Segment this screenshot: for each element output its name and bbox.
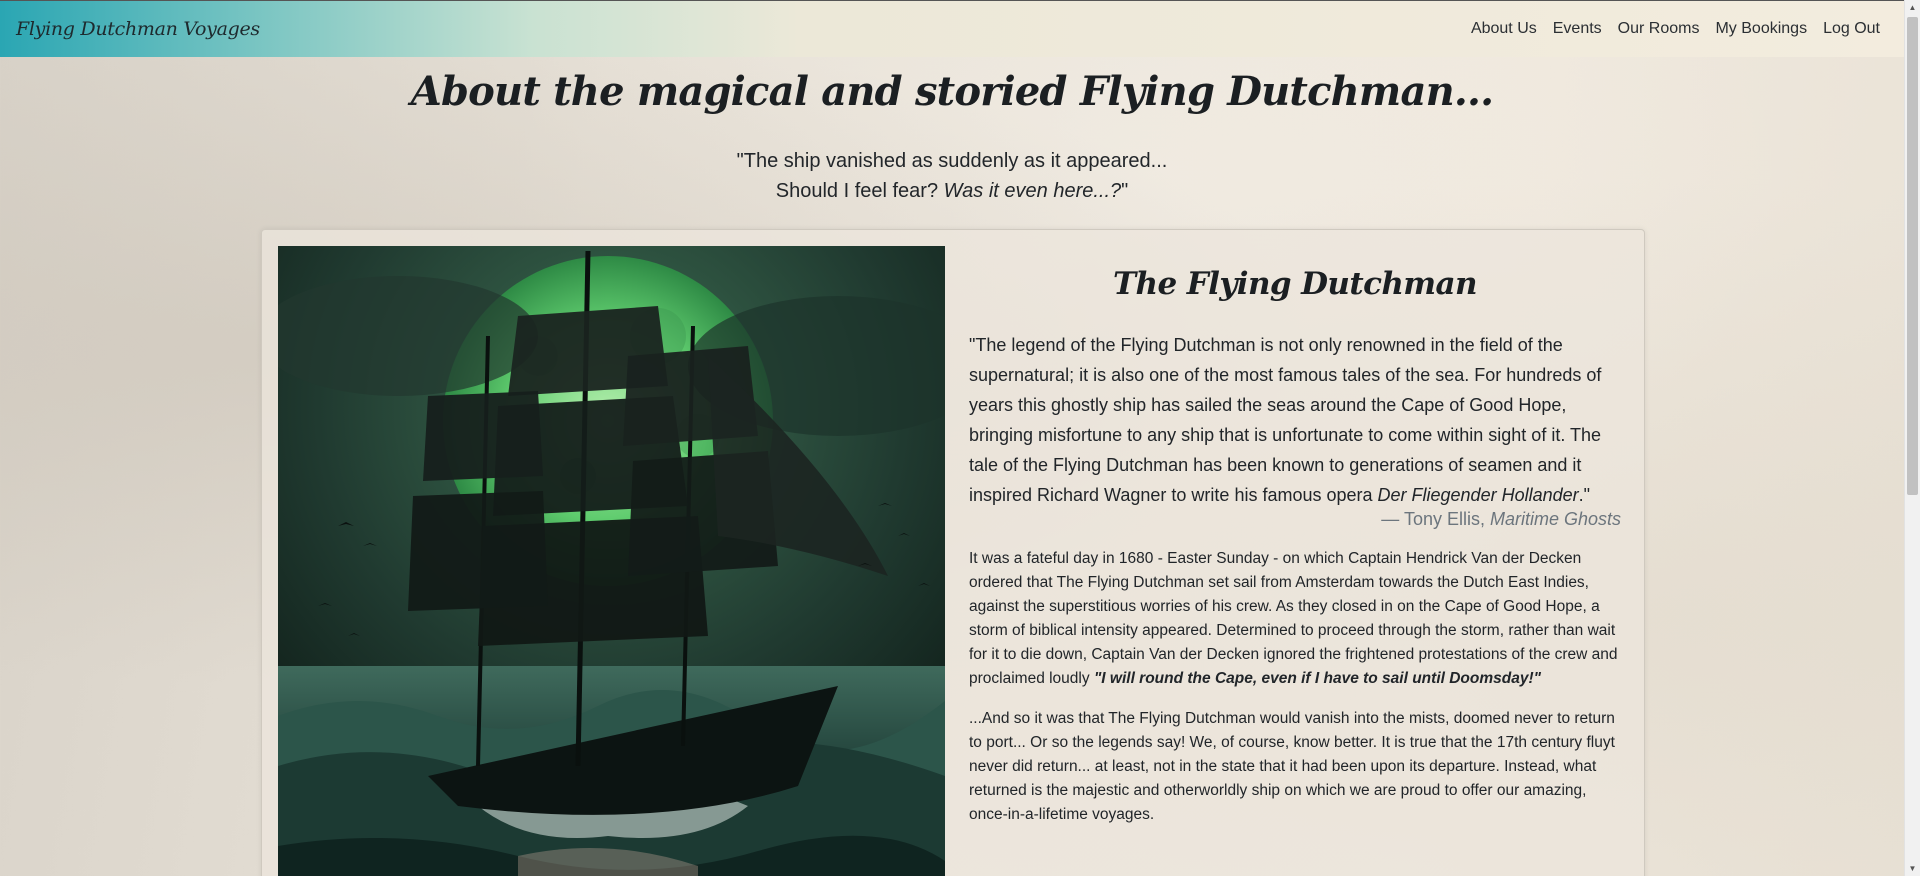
quote-main-text: "The legend of the Flying Dutchman is no…	[969, 335, 1602, 505]
nav-link-about-us[interactable]: About Us	[1463, 12, 1545, 46]
card-title: The Flying Dutchman	[1113, 266, 1477, 302]
nav-link-our-rooms[interactable]: Our Rooms	[1610, 12, 1708, 46]
quote-opera-title: Der Fliegender Hollander	[1377, 485, 1579, 505]
nav-link-events[interactable]: Events	[1545, 12, 1610, 46]
scroll-down-arrow-icon[interactable]: ▼	[1905, 861, 1920, 876]
quote-end: ."	[1578, 485, 1591, 505]
quote-line-2-start: Should I feel fear?	[775, 180, 944, 202]
page-title: About the magical and storied Flying Dut…	[410, 68, 1494, 115]
citation-source: Maritime Ghosts	[1489, 509, 1621, 529]
citation-author: — Tony Ellis,	[1381, 509, 1490, 529]
quote-line-2: Should I feel fear? Was it even here...?…	[0, 176, 1904, 206]
quote-line-1: "The ship vanished as suddenly as it app…	[736, 150, 1168, 172]
scrollbar-thumb[interactable]	[1907, 17, 1918, 495]
history-paragraph-1: It was a fateful day in 1680 - Easter Su…	[969, 547, 1621, 691]
nav-link-my-bookings[interactable]: My Bookings	[1707, 12, 1815, 46]
top-navbar: Flying Dutchman Voyages About Us Events …	[0, 0, 1904, 57]
nav-links: About Us Events Our Rooms My Bookings Lo…	[1463, 12, 1888, 46]
quote-line-2-end: "	[1121, 180, 1129, 202]
nav-link-log-out[interactable]: Log Out	[1815, 12, 1888, 46]
ghost-ship-image	[278, 246, 945, 876]
maritime-ghosts-quote: "The legend of the Flying Dutchman is no…	[969, 330, 1621, 510]
page-scrollbar[interactable]: ▲ ▼	[1904, 0, 1920, 876]
history-paragraph-2: ...And so it was that The Flying Dutchma…	[969, 710, 1615, 823]
quote-line-2-italic: Was it even here...?	[943, 180, 1122, 202]
quote-citation: — Tony Ellis, Maritime Ghosts	[969, 507, 1621, 531]
about-card: The Flying Dutchman "The legend of the F…	[261, 229, 1645, 876]
captain-quote: "I will round the Cape, even if I have t…	[1093, 670, 1541, 687]
header-quote: "The ship vanished as suddenly as it app…	[0, 146, 1904, 206]
history-paragraph-1-text: It was a fateful day in 1680 - Easter Su…	[969, 550, 1618, 687]
card-text-column: The Flying Dutchman "The legend of the F…	[969, 266, 1621, 827]
scroll-up-arrow-icon[interactable]: ▲	[1905, 0, 1920, 15]
brand-logo-link[interactable]: Flying Dutchman Voyages	[16, 18, 260, 40]
